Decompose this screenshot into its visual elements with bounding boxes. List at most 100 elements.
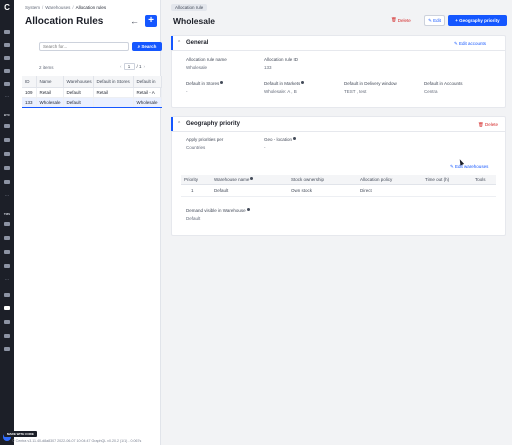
table-row[interactable]: 109 Retail Default Retail Retail - A [22, 87, 162, 98]
customers-icon[interactable] [4, 82, 10, 86]
more-icon-3[interactable]: ... [3, 277, 11, 282]
tab-allocation-rule[interactable]: Allocation rule [171, 4, 208, 11]
column-header-warehouses[interactable]: Warehouses [63, 76, 94, 88]
column-header-priority: Priority [181, 175, 211, 185]
geography-title: Geography priority [186, 121, 241, 127]
pagination: ‹ 1 / 1 › [120, 63, 145, 70]
field-value: - [264, 145, 266, 150]
purchase-orders-icon[interactable] [4, 236, 10, 240]
allocation-rules-list-panel: System / Warehouses / Allocation rules Alloc… [14, 0, 162, 445]
more-icon[interactable]: ... [3, 94, 11, 99]
breadcrumb-system[interactable]: System [25, 5, 40, 10]
shipments-icon[interactable] [4, 138, 10, 142]
campaigns-icon[interactable] [4, 180, 10, 184]
field-label-text: Demand visible in Warehouse [186, 208, 246, 213]
home-icon[interactable] [4, 30, 10, 34]
field-value: - [186, 89, 188, 94]
returns-icon[interactable] [4, 152, 10, 156]
column-header-stock-ownership: Stock ownership [288, 175, 357, 185]
search-button[interactable]: ⌕ Search [132, 42, 162, 51]
card-accent [171, 117, 173, 131]
pencil-icon: ✎ [428, 18, 432, 23]
chevron-up-icon[interactable]: ⌃ [177, 121, 181, 127]
delete-label: Delete [397, 17, 411, 23]
system-icon[interactable] [4, 347, 10, 351]
field-label: Default in Stores [186, 81, 224, 86]
table-row[interactable]: 1 Default Own stock Direct [181, 184, 496, 197]
column-header-default-in-stores[interactable]: Default in Stores [93, 76, 134, 88]
cell-id: 133 [22, 96, 37, 108]
cell-tools[interactable] [472, 184, 496, 197]
column-header-name[interactable]: Name [36, 76, 64, 88]
info-icon[interactable] [250, 176, 254, 180]
breadcrumb-separator: / [72, 5, 74, 10]
page-title: Allocation Rules [25, 16, 104, 27]
edit-accounts-link[interactable]: ✎ Edit accounts [454, 41, 486, 47]
info-icon[interactable] [220, 81, 224, 84]
chevron-up-icon[interactable]: ⌃ [177, 40, 181, 46]
pencil-icon: ✎ [454, 41, 458, 46]
favorites-icon[interactable] [4, 334, 10, 338]
deliveries-icon[interactable] [4, 250, 10, 254]
field-label-text: Default in Markets [264, 81, 301, 86]
edit-warehouses-link[interactable]: ✎ Edit warehouses [450, 164, 488, 170]
edit-button[interactable]: ✎ Edit [424, 15, 445, 26]
field-label: Default in Accounts [424, 81, 463, 86]
field-value: Countries [186, 145, 206, 150]
add-rule-button[interactable]: + [145, 15, 157, 27]
field-rule-name: Allocation rule name Wholesale [186, 57, 227, 70]
card-accent [171, 36, 173, 50]
field-label: Geo - location [264, 137, 297, 142]
field-label-text: Geo - location [264, 137, 293, 142]
info-icon[interactable] [246, 208, 250, 211]
centra-logo[interactable]: C [3, 4, 11, 12]
more-icon-2[interactable]: ... [3, 193, 11, 198]
column-header-label: Warehouse name [214, 176, 250, 182]
cell-name: Retail [36, 87, 64, 98]
back-arrow-icon[interactable]: ← [130, 16, 139, 26]
column-header-warehouse-name: Warehouse name [211, 175, 288, 185]
field-label: Default in Delivery window [344, 81, 397, 86]
table-row-selected[interactable]: 133 Wholesale Default Wholesale [22, 96, 162, 108]
column-header-id[interactable]: ID [22, 76, 37, 88]
page-number-input[interactable]: 1 [123, 63, 135, 70]
settings-icon[interactable] [4, 306, 10, 310]
info-icon[interactable] [293, 137, 297, 140]
geography-delete-button[interactable]: 🗑 Delete [478, 122, 498, 128]
cell-time-out[interactable] [422, 184, 472, 197]
rail-section-tms: TMS [3, 212, 11, 216]
vouchers-icon[interactable] [4, 166, 10, 170]
card-divider [172, 131, 505, 132]
delete-button[interactable]: 🗑 Delete [391, 17, 411, 23]
edit-label: Edit [433, 18, 441, 23]
general-card: ⌃ General ✎ Edit accounts Allocation rul… [171, 35, 506, 108]
prev-page-icon[interactable]: ‹ [120, 64, 122, 69]
reports-icon[interactable] [4, 293, 10, 297]
orders-icon[interactable] [4, 43, 10, 47]
table-header-row: ID Name Warehouses Default in Stores Def… [22, 76, 162, 88]
search-button-label: Search [141, 44, 157, 49]
next-page-icon[interactable]: › [144, 64, 146, 69]
column-header-default-in[interactable]: Default in [133, 76, 162, 88]
products-icon[interactable] [4, 56, 10, 60]
info-icon[interactable] [301, 81, 305, 84]
invoices-icon[interactable] [4, 264, 10, 268]
suppliers-icon[interactable] [4, 222, 10, 226]
field-value: TEST , test [344, 89, 367, 94]
field-value: Default [186, 216, 201, 221]
search-input[interactable] [39, 42, 129, 51]
cell-default-in-stores [93, 96, 134, 108]
card-divider [172, 50, 505, 51]
tags-icon[interactable] [4, 69, 10, 73]
field-default-in-delivery-window: Default in Delivery window TEST , test [344, 81, 397, 94]
cell-default-in: Retail - A [133, 87, 162, 98]
cell-warehouses: Default [63, 96, 94, 108]
add-geography-priority-button[interactable]: + Geography priority [448, 15, 507, 26]
general-title: General [186, 40, 209, 46]
stores-icon[interactable] [4, 124, 10, 128]
breadcrumb-warehouses[interactable]: Warehouses [45, 5, 70, 10]
field-value: Wholesale [186, 65, 208, 70]
cell-default-in: Wholesale [133, 96, 162, 108]
made-with-code-badge: MADE WITH CODE [4, 431, 37, 437]
integrations-icon[interactable] [4, 320, 10, 324]
